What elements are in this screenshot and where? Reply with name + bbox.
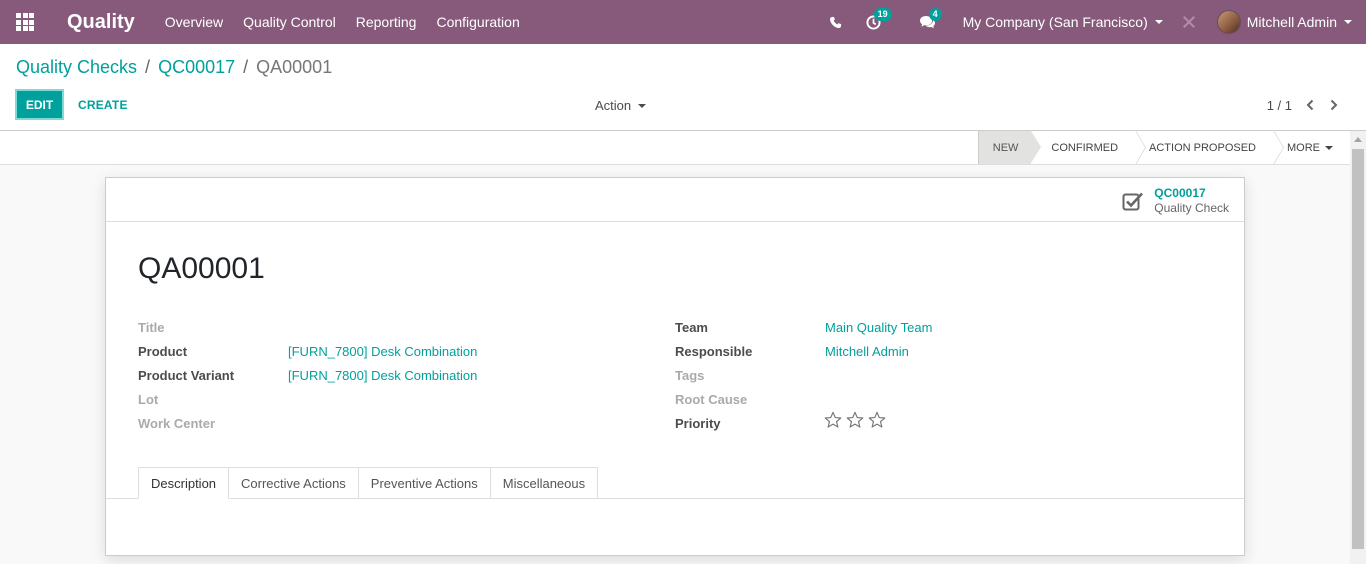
tab-preventive-actions[interactable]: Preventive Actions xyxy=(358,467,491,499)
more-label: MORE xyxy=(1287,141,1320,154)
breadcrumb-separator: / xyxy=(243,57,249,77)
menu-configuration[interactable]: Configuration xyxy=(436,14,519,30)
breadcrumb: Quality Checks / QC00017 / QA00001 xyxy=(16,57,332,78)
action-label: Action xyxy=(595,98,632,113)
menu-reporting[interactable]: Reporting xyxy=(356,14,417,30)
user-menu[interactable]: Mitchell Admin xyxy=(1216,10,1352,34)
scrollbar[interactable] xyxy=(1350,131,1366,564)
create-button[interactable]: CREATE xyxy=(78,98,128,112)
menu-quality-control[interactable]: Quality Control xyxy=(243,14,336,30)
stage-action-proposed[interactable]: ACTION PROPOSED xyxy=(1129,131,1266,164)
user-avatar xyxy=(1216,10,1241,34)
activity-count-badge: 19 xyxy=(873,8,892,21)
breadcrumb-quality-checks[interactable]: Quality Checks xyxy=(16,57,137,78)
field-value-team[interactable]: Main Quality Team xyxy=(825,320,932,335)
caret-down-icon xyxy=(1344,20,1352,24)
star-empty-icon[interactable] xyxy=(868,411,886,429)
phone-icon[interactable] xyxy=(829,12,843,32)
pager: 1 / 1 xyxy=(1267,96,1346,114)
field-label-team: Team xyxy=(675,320,708,335)
company-switcher[interactable]: My Company (San Francisco) xyxy=(963,14,1163,30)
tab-corrective-actions[interactable]: Corrective Actions xyxy=(229,467,359,499)
field-value-product-variant[interactable]: [FURN_7800] Desk Combination xyxy=(288,368,477,383)
status-bar: NEW CONFIRMED ACTION PROPOSED MORE xyxy=(0,131,1350,165)
scrollbar-thumb[interactable] xyxy=(1352,149,1364,549)
field-label-product-variant: Product Variant xyxy=(138,368,235,383)
pager-value[interactable]: 1 / 1 xyxy=(1267,98,1292,113)
field-label-priority: Priority xyxy=(675,416,721,431)
caret-down-icon xyxy=(638,103,647,108)
quality-check-smart-button[interactable]: QC00017 Quality Check xyxy=(1122,186,1229,216)
field-label-title: Title xyxy=(138,320,165,335)
priority-stars xyxy=(824,411,890,429)
stage-confirmed[interactable]: CONFIRMED xyxy=(1031,131,1128,164)
activity-clock-icon[interactable]: 19 xyxy=(865,8,892,32)
menu-overview[interactable]: Overview xyxy=(165,14,223,30)
tab-miscellaneous[interactable]: Miscellaneous xyxy=(490,467,599,499)
breadcrumb-separator: / xyxy=(145,57,151,77)
field-value-responsible[interactable]: Mitchell Admin xyxy=(825,344,909,359)
edit-button[interactable]: EDIT xyxy=(15,89,64,120)
field-label-tags: Tags xyxy=(675,368,705,383)
form-sheet: QC00017 Quality Check QA00001 Title Prod… xyxy=(105,177,1245,556)
stage-more-dropdown[interactable]: MORE xyxy=(1267,131,1350,164)
record-title: QA00001 xyxy=(138,252,265,285)
field-label-root-cause: Root Cause xyxy=(675,392,748,407)
message-count-badge: 4 xyxy=(928,8,942,21)
apps-menu-icon[interactable] xyxy=(0,0,50,44)
app-title[interactable]: Quality xyxy=(67,11,135,34)
pager-next-icon[interactable] xyxy=(1322,96,1346,114)
action-dropdown[interactable]: Action xyxy=(595,98,647,113)
caret-down-icon xyxy=(1154,20,1163,24)
field-value-product[interactable]: [FURN_7800] Desk Combination xyxy=(288,344,477,359)
breadcrumb-current: QA00001 xyxy=(256,57,333,77)
star-empty-icon[interactable] xyxy=(846,411,864,429)
field-label-lot: Lot xyxy=(138,392,159,407)
debug-tools-icon[interactable] xyxy=(1181,12,1197,32)
checkbox-checked-icon xyxy=(1122,191,1144,211)
tab-description[interactable]: Description xyxy=(138,467,230,499)
user-name: Mitchell Admin xyxy=(1246,14,1337,30)
company-name: My Company (San Francisco) xyxy=(962,14,1148,30)
messages-icon[interactable]: 4 xyxy=(919,8,942,32)
pager-previous-icon[interactable] xyxy=(1298,96,1322,114)
field-label-responsible: Responsible xyxy=(675,344,753,359)
field-label-work-center: Work Center xyxy=(138,416,216,431)
stage-new[interactable]: NEW xyxy=(977,131,1042,164)
smart-button-box: QC00017 Quality Check xyxy=(106,178,1244,222)
star-empty-icon[interactable] xyxy=(824,411,842,429)
notebook-tabs: Description Corrective Actions Preventiv… xyxy=(138,467,599,499)
smart-button-value: QC00017 xyxy=(1154,186,1206,200)
scroll-up-arrow-icon[interactable] xyxy=(1350,131,1366,147)
top-navbar: Quality Overview Quality Control Reporti… xyxy=(0,0,1366,44)
field-label-product: Product xyxy=(138,344,188,359)
smart-button-label: Quality Check xyxy=(1154,201,1229,215)
caret-down-icon xyxy=(1325,145,1333,150)
breadcrumb-qc00017[interactable]: QC00017 xyxy=(158,57,235,78)
control-panel: Quality Checks / QC00017 / QA00001 EDIT … xyxy=(0,44,1366,131)
